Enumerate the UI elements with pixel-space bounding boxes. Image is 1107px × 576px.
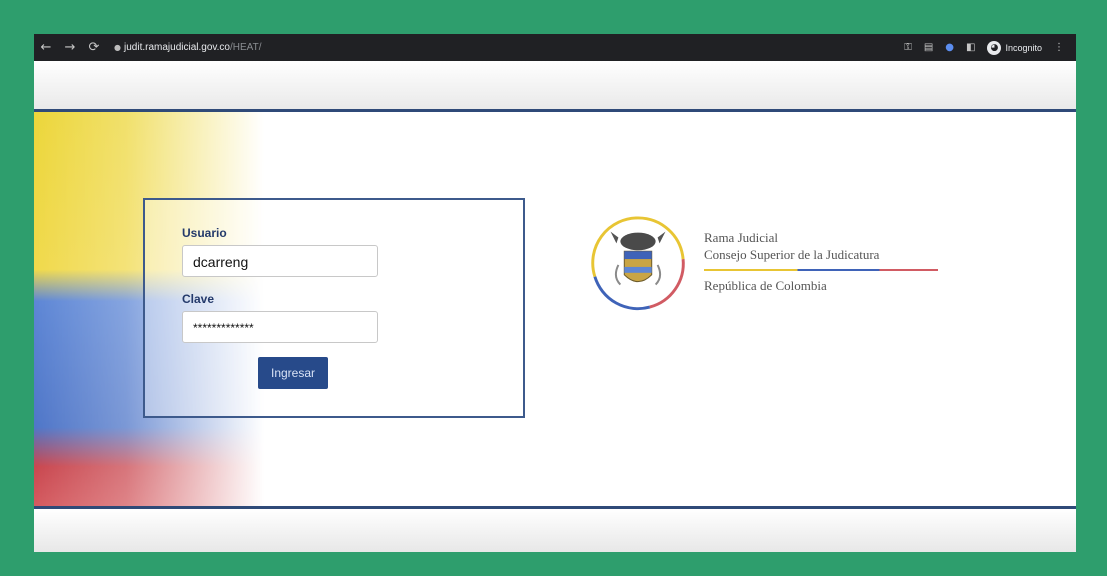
password-input[interactable]: ************* bbox=[182, 311, 378, 343]
back-icon[interactable]: ← bbox=[34, 40, 58, 55]
address-bar[interactable]: ● judit.ramajudicial.gov.co /HEAT/ bbox=[114, 42, 261, 53]
browser-toolbar: ← → ⟳ ● judit.ramajudicial.gov.co /HEAT/… bbox=[34, 34, 1076, 61]
incognito-indicator[interactable]: ◕ Incognito bbox=[987, 40, 1042, 55]
page-footer-band bbox=[34, 506, 1076, 552]
extension-icon[interactable]: ● bbox=[945, 42, 954, 53]
url-path: /HEAT/ bbox=[229, 42, 262, 53]
user-input[interactable]: dcarreng bbox=[182, 245, 378, 277]
screen: ← → ⟳ ● judit.ramajudicial.gov.co /HEAT/… bbox=[34, 34, 1076, 552]
coat-of-arms-logo bbox=[591, 216, 685, 311]
reload-icon[interactable]: ⟳ bbox=[82, 40, 106, 55]
toolbar-right: ⚿ ▤ ● ◧ ◕ Incognito ⋮ bbox=[904, 40, 1076, 55]
user-label: Usuario bbox=[182, 226, 227, 240]
translate-icon[interactable]: ▤ bbox=[924, 42, 933, 53]
lock-icon: ● bbox=[114, 43, 121, 52]
sidepanel-icon[interactable]: ◧ bbox=[966, 42, 975, 53]
login-button[interactable]: Ingresar bbox=[258, 357, 328, 389]
password-label: Clave bbox=[182, 292, 215, 306]
page-header-band bbox=[34, 61, 1076, 112]
institution-name: Rama Judicial bbox=[704, 230, 779, 245]
flag-divider bbox=[704, 269, 938, 271]
incognito-label: Incognito bbox=[1005, 42, 1042, 53]
menu-icon[interactable]: ⋮ bbox=[1054, 42, 1064, 53]
key-icon[interactable]: ⚿ bbox=[904, 42, 912, 53]
institution-council: Consejo Superior de la Judicatura bbox=[704, 247, 880, 262]
institution-country: República de Colombia bbox=[704, 278, 827, 293]
incognito-icon: ◕ bbox=[987, 40, 1002, 55]
login-form: Usuario dcarreng Clave ************* Ing… bbox=[143, 198, 525, 418]
url-host: judit.ramajudicial.gov.co bbox=[124, 42, 230, 53]
forward-icon[interactable]: → bbox=[58, 40, 82, 55]
